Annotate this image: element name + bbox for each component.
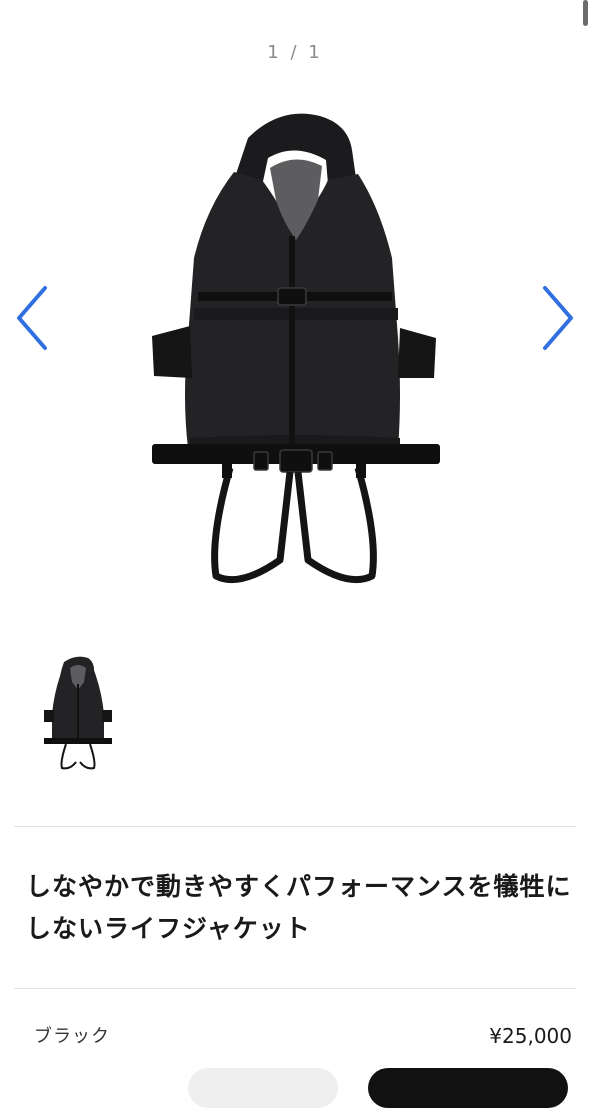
image-counter: 1 / 1 [267, 42, 323, 63]
primary-action-button[interactable] [368, 1068, 568, 1108]
product-title: しなやかで動きやすくパフォーマンスを犠牲にしないライフジャケット [26, 872, 572, 943]
divider [14, 826, 576, 827]
variant-name: ブラック [34, 1026, 110, 1047]
chevron-left-icon [17, 286, 47, 350]
divider [14, 988, 576, 989]
product-thumbnail[interactable] [36, 654, 120, 774]
variant-price: ¥25,000 [489, 1024, 572, 1048]
secondary-action-button[interactable] [188, 1068, 338, 1108]
chevron-right-icon [543, 286, 573, 350]
previous-image-button[interactable] [8, 282, 56, 354]
scrollbar[interactable] [583, 0, 588, 26]
next-image-button[interactable] [534, 282, 582, 354]
product-image [152, 113, 440, 584]
